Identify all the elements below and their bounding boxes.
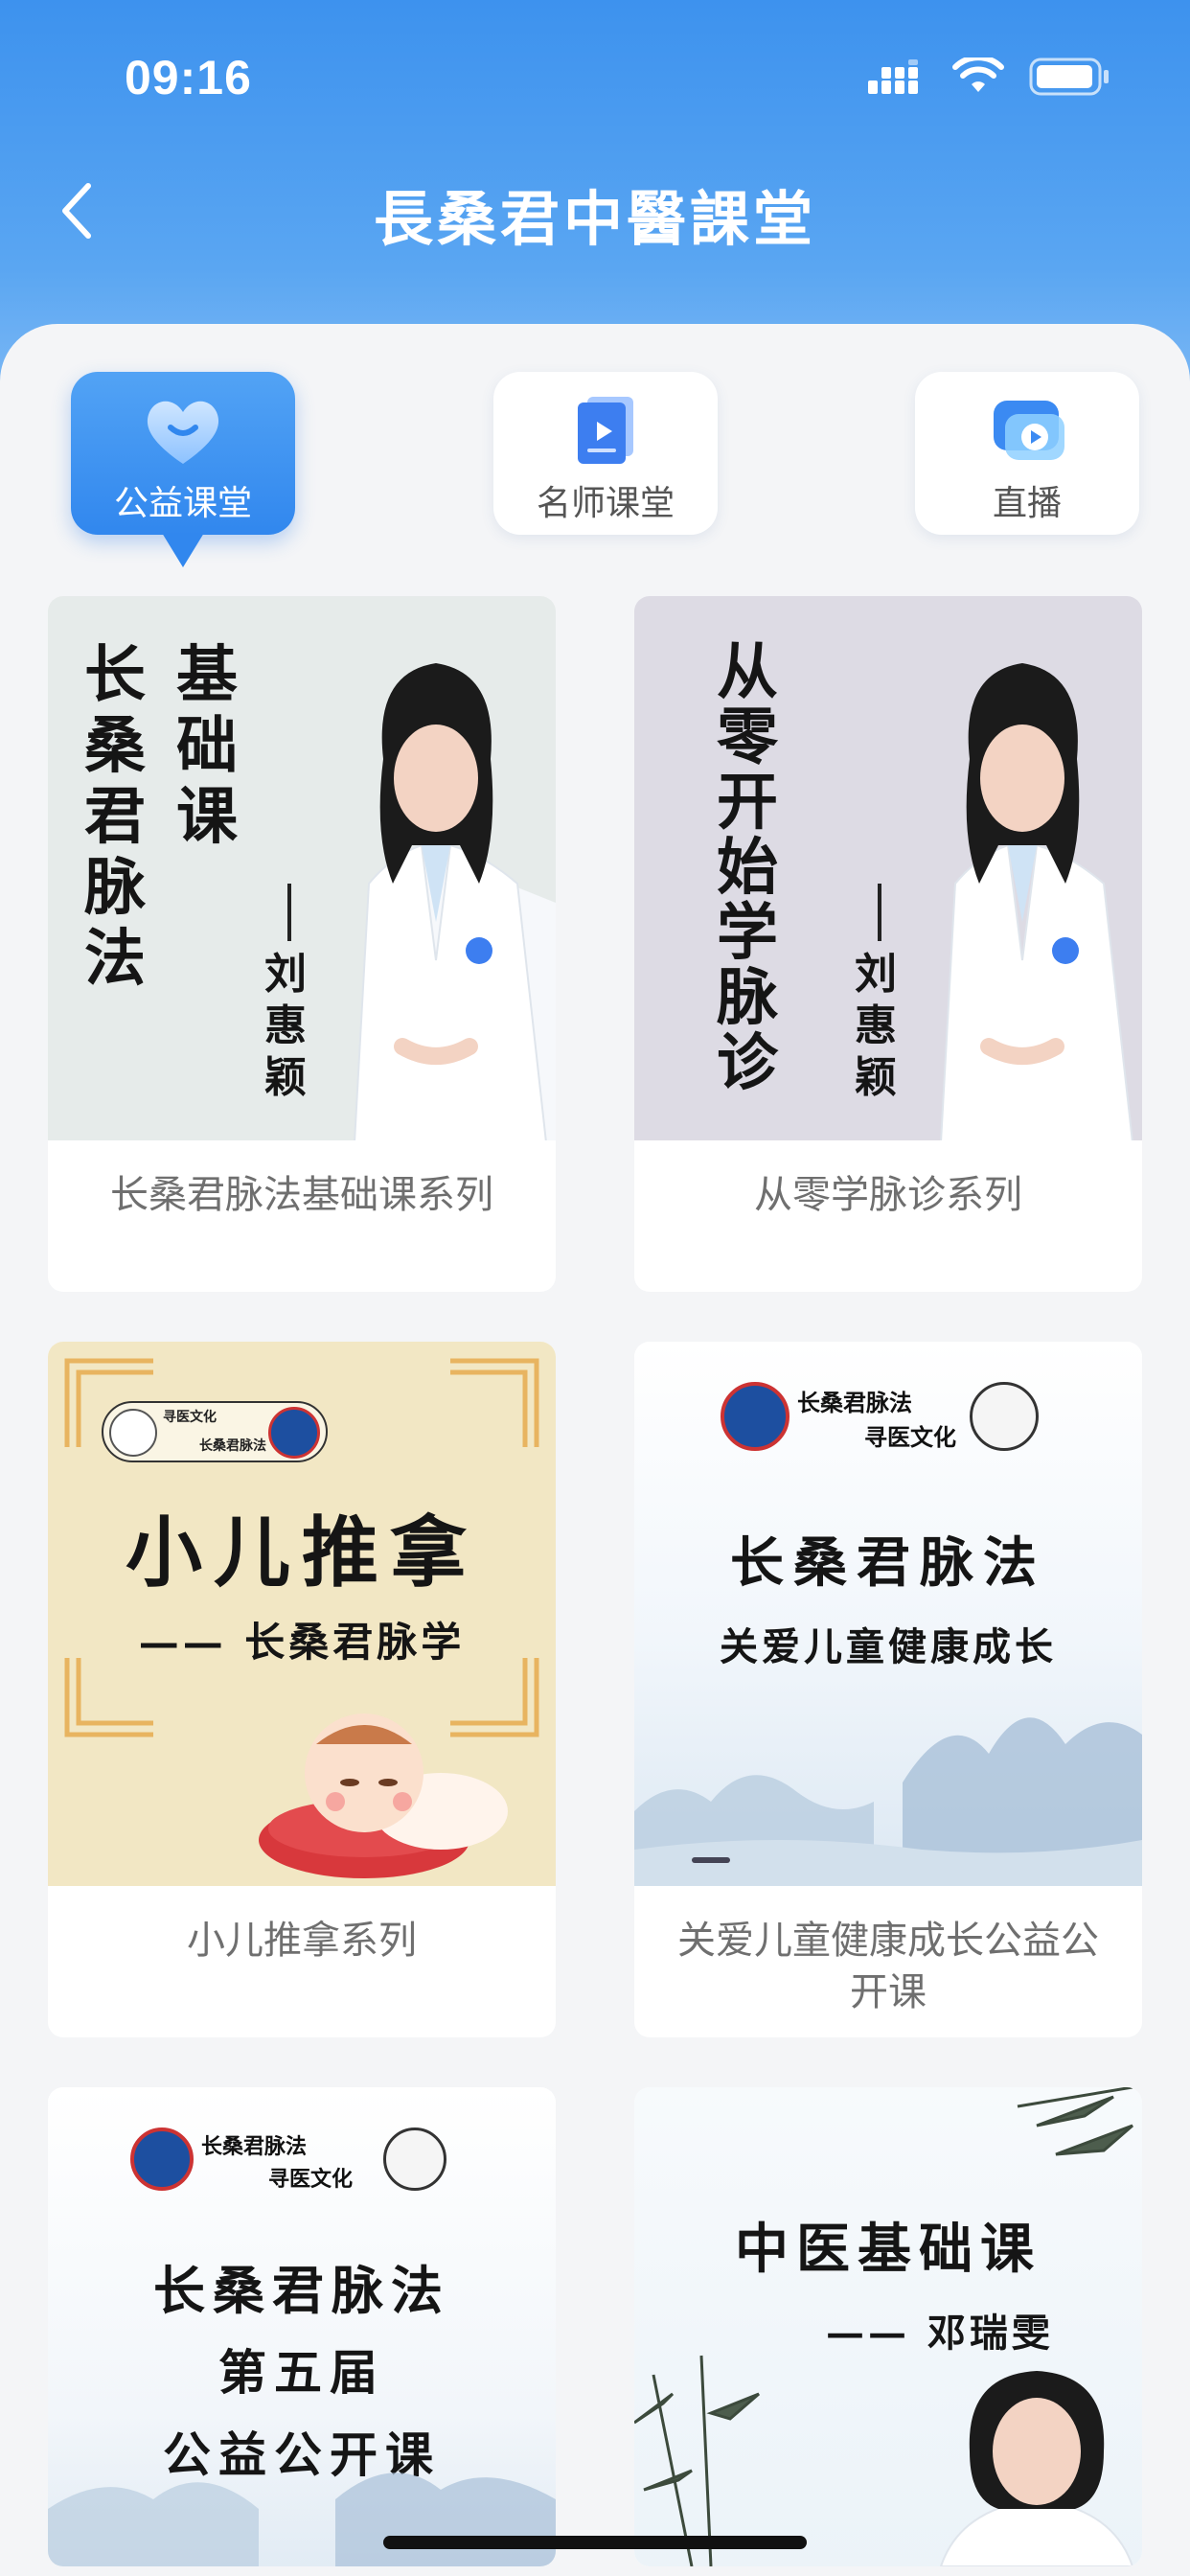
doctor-portrait: [354, 663, 556, 1140]
course-thumbnail: 长桑君脉法 寻医文化 长桑君脉法 第五届 公益公开课: [48, 2087, 556, 2566]
divider: [878, 884, 881, 941]
logo-text: 长桑君脉法: [201, 2135, 308, 2159]
doctor-portrait: [940, 663, 1133, 1140]
signal-icon: [868, 59, 918, 94]
course-card[interactable]: 寻医文化 长桑君脉法 小儿推拿 —— 长桑君脉学 小儿推拿系列: [48, 1342, 556, 2037]
tab-famous-teacher[interactable]: 名师课堂: [493, 372, 718, 535]
logo-text: 长桑君脉法: [797, 1390, 912, 1416]
course-card[interactable]: 中医基础课 —— 邓瑞雯: [634, 2087, 1142, 2566]
tab-live[interactable]: 直播: [915, 372, 1139, 535]
battery-icon: [1029, 58, 1109, 96]
thumb-subtitle: —— 长桑君脉学: [138, 1619, 466, 1666]
course-title: 从零学脉诊系列: [754, 1173, 1022, 1217]
heart-icon: [147, 401, 219, 464]
page-title: 長桑君中醫課堂: [373, 184, 816, 254]
thumb-author: 刘惠颖: [855, 950, 897, 1102]
thumb-subtitle: 关爱儿童健康成长: [720, 1624, 1057, 1669]
thumb-subtitle: —— 邓瑞雯: [826, 2311, 1054, 2356]
divider: [287, 884, 291, 941]
tab-label: 名师课堂: [536, 484, 675, 523]
thumb-title: 长桑君脉法: [153, 2260, 450, 2321]
course-card[interactable]: 从零开始学脉诊 刘惠颖 从零学脉诊系列: [634, 596, 1142, 1292]
thumb-subtitle: 第五届: [218, 2344, 385, 2401]
course-card[interactable]: 长桑君脉法 基础课 刘惠颖 长桑君脉法基础课系列: [48, 596, 556, 1292]
thumb-title: 长桑君脉法: [84, 639, 146, 995]
thumb-title: 小儿推拿: [126, 1507, 478, 1598]
tab-label: 直播: [992, 484, 1062, 523]
course-thumbnail: 中医基础课 —— 邓瑞雯: [634, 2087, 1142, 2566]
course-thumbnail: 长桑君脉法 寻医文化 长桑君脉法 关爱儿童健康成长: [634, 1342, 1142, 1886]
logo-text: 长桑君脉法: [199, 1438, 266, 1454]
status-icons: [868, 58, 1111, 96]
thumb-title: 从零开始学脉诊: [717, 636, 778, 1099]
tab-label: 公益课堂: [113, 484, 252, 523]
logo-text: 寻医文化: [163, 1410, 217, 1425]
course-card[interactable]: 长桑君脉法 寻医文化 长桑君脉法 第五届 公益公开课: [48, 2087, 556, 2566]
logo-icon: [268, 1407, 320, 1459]
course-thumbnail: 长桑君脉法 基础课 刘惠颖: [48, 596, 556, 1140]
logo-icon: [109, 1409, 157, 1457]
logo-text: 寻医文化: [268, 2168, 354, 2192]
course-title: 小儿推拿系列: [187, 1919, 417, 1963]
logo-icon: [721, 1382, 790, 1451]
book-icon: [578, 397, 633, 464]
status-time: 09:16: [125, 51, 252, 104]
logo-icon: [970, 1382, 1039, 1451]
baby-illustration: [259, 1714, 508, 1878]
thumb-author: 刘惠颖: [264, 950, 307, 1102]
video-play-icon: [994, 401, 1064, 460]
thumb-title: 长桑君脉法: [730, 1531, 1046, 1595]
logo-icon: [383, 2128, 446, 2191]
thumb-subtitle: 基础课: [176, 639, 238, 853]
thumb-title: 中医基础课: [735, 2218, 1041, 2281]
landscape-illustration: [634, 1717, 1142, 1886]
logo-text: 寻医文化: [864, 1424, 956, 1451]
status-bar: 09:16: [0, 0, 1190, 144]
course-card[interactable]: 长桑君脉法 寻医文化 长桑君脉法 关爱儿童健康成长 关爱儿童健康成长公益公开课: [634, 1342, 1142, 2037]
tab-public-class[interactable]: 公益课堂: [71, 372, 295, 567]
course-title: 长桑君脉法基础课系列: [110, 1173, 493, 1217]
course-thumbnail: 寻医文化 长桑君脉法 小儿推拿 —— 长桑君脉学: [48, 1342, 556, 1886]
category-tabs: 公益课堂 名师课堂 直播: [0, 372, 1190, 592]
doctor-portrait: [939, 2371, 1134, 2566]
home-indicator[interactable]: [383, 2536, 807, 2549]
logo-icon: [130, 2128, 194, 2191]
logo-badge: 寻医文化 长桑君脉法: [102, 1401, 328, 1462]
course-thumbnail: 从零开始学脉诊 刘惠颖: [634, 596, 1142, 1140]
wifi-icon: [952, 58, 1004, 92]
nav-bar: 長桑君中醫課堂: [0, 153, 1190, 268]
course-title: 关爱儿童健康成长公益公开课: [677, 1919, 1099, 2014]
